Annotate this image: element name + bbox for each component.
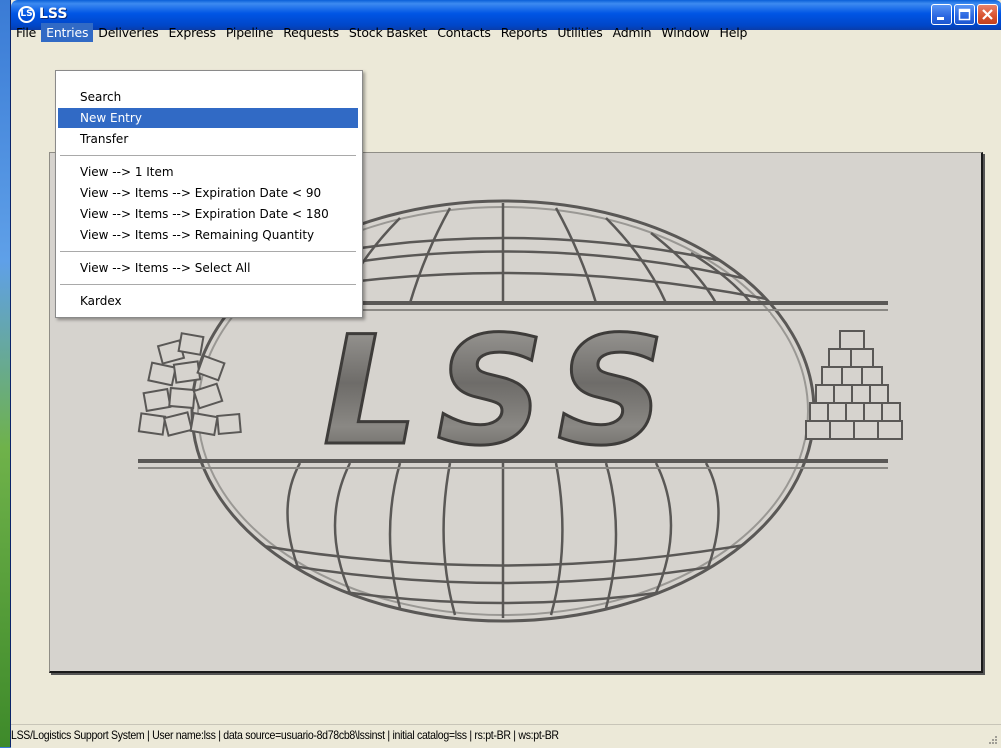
status-text: LSS/Logistics Support System | User name… (11, 728, 559, 742)
menu-utilities[interactable]: Utilities (552, 23, 607, 42)
status-bar: LSS/Logistics Support System | User name… (11, 724, 1001, 748)
menu-contacts[interactable]: Contacts (432, 23, 496, 42)
menu-separator (60, 284, 356, 285)
menu-bar: File Entries Deliveries Express Pipeline… (11, 21, 1001, 43)
box-pile-left-icon (137, 332, 242, 437)
menu-item-view-select-all[interactable]: View --> Items --> Select All (58, 258, 358, 278)
menu-admin[interactable]: Admin (608, 23, 657, 42)
menu-pipeline[interactable]: Pipeline (221, 23, 278, 42)
menu-deliveries[interactable]: Deliveries (93, 23, 163, 42)
menu-item-view-exp-180[interactable]: View --> Items --> Expiration Date < 180 (58, 204, 358, 224)
menu-requests[interactable]: Requests (278, 23, 344, 42)
menu-help[interactable]: Help (715, 23, 753, 42)
menu-file[interactable]: File (11, 23, 41, 42)
menu-item-transfer[interactable]: Transfer (58, 129, 358, 149)
menu-item-view-remaining-quantity[interactable]: View --> Items --> Remaining Quantity (58, 225, 358, 245)
menu-separator (60, 251, 356, 252)
menu-separator (60, 155, 356, 156)
menu-express[interactable]: Express (163, 23, 220, 42)
menu-item-view-1-item[interactable]: View --> 1 Item (58, 162, 358, 182)
menu-window[interactable]: Window (656, 23, 714, 42)
menu-item-kardex[interactable]: Kardex (58, 291, 358, 311)
resize-grip-icon[interactable] (988, 735, 998, 745)
menu-item-view-exp-90[interactable]: View --> Items --> Expiration Date < 90 (58, 183, 358, 203)
menu-item-new-entry[interactable]: New Entry (58, 108, 358, 128)
menu-item-search[interactable]: Search (58, 87, 358, 107)
box-stack-right-icon (805, 330, 903, 440)
menu-stock-basket[interactable]: Stock Basket (344, 23, 432, 42)
entries-dropdown-menu: Search New Entry Transfer View --> 1 Ite… (55, 70, 363, 318)
window-title: LSS (39, 6, 68, 22)
menu-entries[interactable]: Entries (41, 22, 94, 42)
lss-logo-text: LSS (321, 304, 683, 481)
svg-text:LSS: LSS (323, 305, 683, 479)
menu-reports[interactable]: Reports (496, 23, 553, 42)
